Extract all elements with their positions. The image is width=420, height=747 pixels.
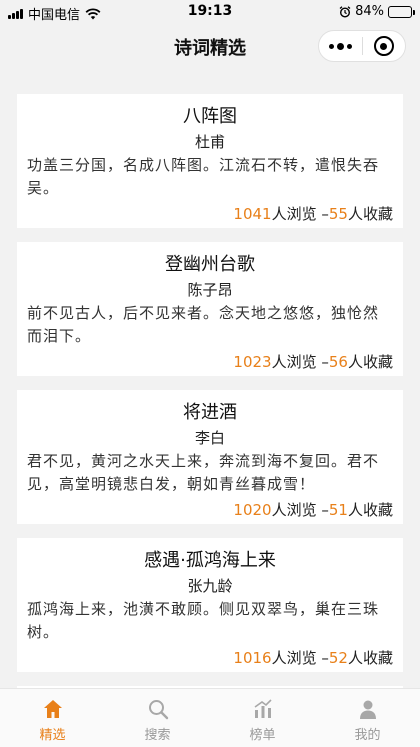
- view-label: 人浏览: [271, 205, 317, 223]
- poem-title: 感遇·孤鸿海上来: [144, 550, 276, 571]
- poem-excerpt: 前不见古人，后不见来者。念天地之悠悠，独怆然而泪下。: [27, 304, 380, 345]
- more-icon[interactable]: [319, 31, 362, 61]
- tab-mine[interactable]: 我的: [315, 689, 420, 747]
- view-count: 1023: [233, 353, 272, 371]
- poem-card[interactable]: 感遇·孤鸿海上来 张九龄 孤鸿海上来，池潢不敢顾。侧见双翠鸟，巢在三珠树。 10…: [17, 538, 403, 672]
- favorite-label: 人收藏: [347, 501, 393, 519]
- poem-excerpt: 孤鸿海上来，池潢不敢顾。侧见双翠鸟，巢在三珠树。: [27, 600, 380, 641]
- favorite-count: 56: [328, 353, 348, 371]
- poem-card[interactable]: 八阵图 杜甫 功盖三分国，名成八阵图。江流石不转，遣恨失吞吴。 1041人浏览 …: [17, 94, 403, 228]
- view-label: 人浏览: [271, 501, 317, 519]
- poem-list: 八阵图 杜甫 功盖三分国，名成八阵图。江流石不转，遣恨失吞吴。 1041人浏览 …: [0, 68, 420, 688]
- favorite-count: 55: [328, 205, 348, 223]
- tab-bar: 精选 搜索 榜单 我的: [0, 688, 420, 747]
- status-right: 84%: [339, 4, 415, 19]
- home-icon: [43, 700, 62, 718]
- poem-author: 杜甫: [194, 133, 225, 151]
- view-label: 人浏览: [271, 353, 317, 371]
- chart-icon: [254, 699, 272, 718]
- stats-separator: –: [316, 353, 329, 371]
- tab-label: 榜单: [249, 728, 276, 743]
- view-label: 人浏览: [271, 649, 317, 667]
- poem-stats: 1041人浏览 –55人收藏: [27, 203, 393, 225]
- poem-card[interactable]: 将进酒 李白 君不见，黄河之水天上来，奔流到海不复回。君不见，高堂明镜悲白发，朝…: [17, 390, 403, 524]
- tab-search[interactable]: 搜索: [105, 689, 210, 747]
- favorite-label: 人收藏: [347, 353, 393, 371]
- tab-label: 我的: [354, 728, 381, 743]
- poem-author: 陈子昂: [187, 281, 233, 299]
- stats-separator: –: [316, 205, 329, 223]
- favorite-count: 52: [328, 649, 348, 667]
- search-icon: [148, 700, 168, 720]
- battery-icon: [388, 5, 415, 18]
- stats-separator: –: [316, 649, 329, 667]
- view-count: 1016: [233, 649, 272, 667]
- favorite-label: 人收藏: [347, 205, 393, 223]
- tab-featured[interactable]: 精选: [0, 689, 105, 747]
- poem-excerpt: 功盖三分国，名成八阵图。江流石不转，遣恨失吞吴。: [27, 156, 380, 197]
- poem-author: 李白: [194, 429, 225, 447]
- user-icon: [359, 700, 376, 719]
- mini-program-capsule: [318, 30, 406, 62]
- poem-title: 将进酒: [183, 402, 237, 423]
- poem-stats: 1023人浏览 –56人收藏: [27, 351, 393, 373]
- view-count: 1041: [233, 205, 272, 223]
- alarm-icon: [339, 5, 351, 18]
- favorite-label: 人收藏: [347, 649, 393, 667]
- stats-separator: –: [316, 501, 329, 519]
- poem-stats: 1016人浏览 –52人收藏: [27, 647, 393, 669]
- poem-stats: 1020人浏览 –51人收藏: [27, 499, 393, 521]
- tab-ranking[interactable]: 榜单: [210, 689, 315, 747]
- poem-author: 张九龄: [187, 577, 233, 595]
- battery-percent: 84%: [355, 4, 384, 19]
- poem-card[interactable]: 登幽州台歌 陈子昂 前不见古人，后不见来者。念天地之悠悠，独怆然而泪下。 102…: [17, 242, 403, 376]
- tab-label: 精选: [39, 728, 66, 743]
- view-count: 1020: [233, 501, 272, 519]
- favorite-count: 51: [328, 501, 348, 519]
- status-bar: 中国电信 19:13 84%: [0, 0, 420, 24]
- nav-bar: 诗词精选: [0, 24, 420, 68]
- poem-excerpt: 君不见，黄河之水天上来，奔流到海不复回。君不见，高堂明镜悲白发，朝如青丝暮成雪！: [27, 452, 380, 493]
- close-target-icon[interactable]: [363, 31, 405, 61]
- poem-title: 八阵图: [183, 106, 237, 127]
- poem-title: 登幽州台歌: [165, 254, 255, 275]
- tab-label: 搜索: [144, 728, 171, 743]
